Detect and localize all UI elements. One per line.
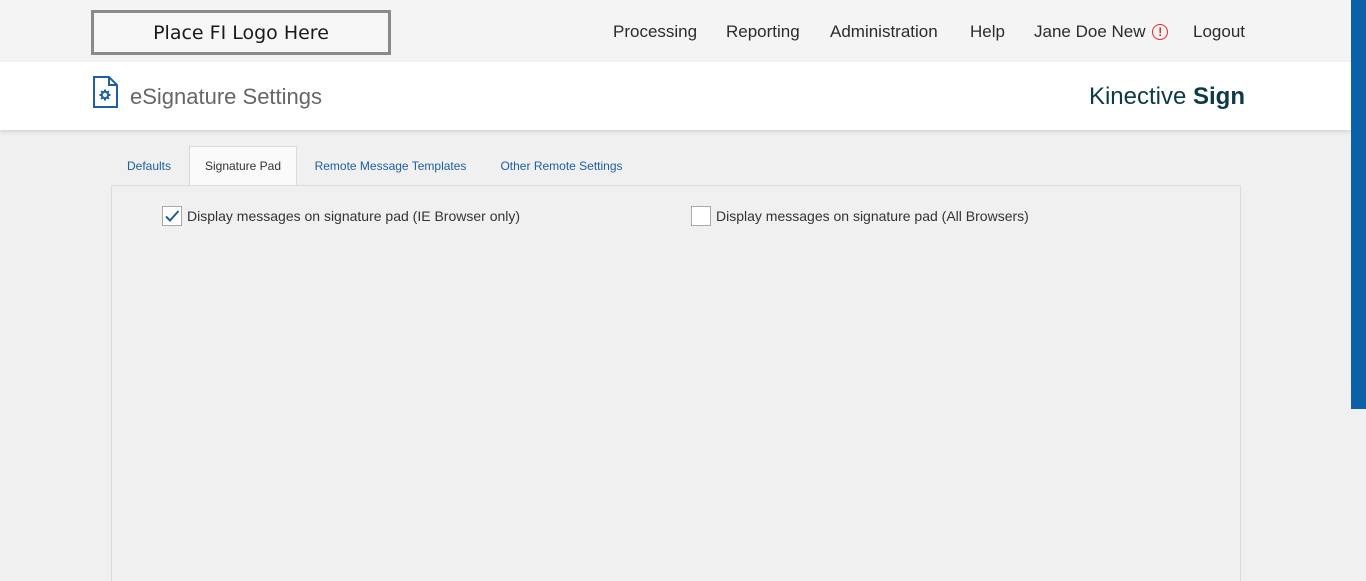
tab-defaults[interactable]: Defaults xyxy=(112,146,186,185)
tab-remote-message-templates[interactable]: Remote Message Templates xyxy=(301,146,480,185)
nav-reporting[interactable]: Reporting xyxy=(726,22,800,42)
tab-signature-pad[interactable]: Signature Pad xyxy=(189,146,297,185)
all-browsers-label[interactable]: Display messages on signature pad (All B… xyxy=(716,208,1029,224)
page-title: eSignature Settings xyxy=(130,84,323,109)
top-nav-bar: Place FI Logo Here Processing Reporting … xyxy=(0,0,1351,62)
fi-logo-placeholder[interactable]: Place FI Logo Here xyxy=(91,10,391,55)
nav-user-menu[interactable]: Jane Doe New ! xyxy=(1034,22,1169,42)
ie-browser-checkbox[interactable] xyxy=(162,206,182,226)
option-all-browsers: Display messages on signature pad (All B… xyxy=(691,206,1029,226)
page-header: eSignature Settings Kinective Sign xyxy=(0,62,1351,130)
ie-browser-label[interactable]: Display messages on signature pad (IE Br… xyxy=(187,208,520,224)
tab-content-panel xyxy=(111,185,1241,581)
tab-other-remote-settings[interactable]: Other Remote Settings xyxy=(486,146,637,185)
brand-name-bold: Sign xyxy=(1193,83,1245,110)
alert-icon[interactable]: ! xyxy=(1152,24,1169,40)
brand-name-light: Kinective xyxy=(1088,83,1187,110)
checkmark-icon xyxy=(165,210,180,222)
brand-logo: Kinective Sign xyxy=(1089,83,1245,111)
nav-logout[interactable]: Logout xyxy=(1193,22,1245,42)
all-browsers-checkbox[interactable] xyxy=(691,206,711,226)
user-name: Jane Doe New xyxy=(1034,22,1146,41)
nav-help[interactable]: Help xyxy=(970,22,1005,42)
scrollbar-thumb[interactable] xyxy=(1351,0,1366,409)
option-ie-browser: Display messages on signature pad (IE Br… xyxy=(162,206,520,226)
document-settings-icon xyxy=(93,76,118,108)
nav-processing[interactable]: Processing xyxy=(613,22,697,42)
nav-administration[interactable]: Administration xyxy=(830,22,938,42)
